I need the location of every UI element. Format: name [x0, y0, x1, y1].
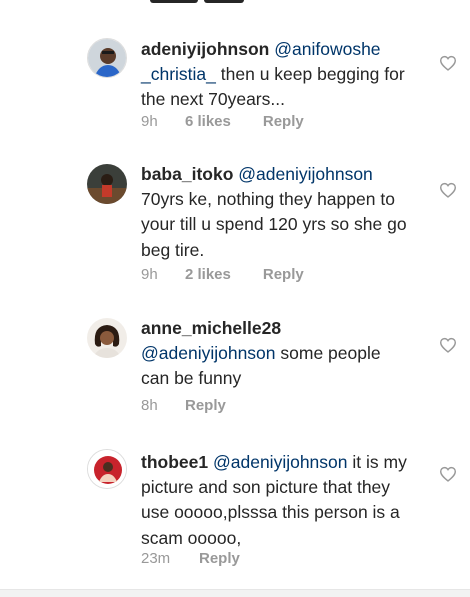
- comment-meta: 8h Reply: [141, 397, 226, 414]
- comment-username[interactable]: baba_itoko: [141, 164, 233, 184]
- heart-outline-icon[interactable]: [439, 182, 457, 198]
- comment-time: 9h: [141, 266, 158, 283]
- reply-button[interactable]: Reply: [263, 113, 304, 130]
- reply-button[interactable]: Reply: [263, 266, 304, 283]
- comment-meta: 23m Reply: [141, 550, 240, 567]
- comment-text: baba_itoko @adeniyijohnson 70yrs ke, not…: [141, 162, 411, 263]
- heart-outline-icon[interactable]: [439, 466, 457, 482]
- comment-text: thobee1 @adeniyijohnson it is my picture…: [141, 450, 411, 551]
- comment-mention[interactable]: @adeniyijohnson: [141, 343, 276, 363]
- comment-likes[interactable]: 2 likes: [185, 266, 231, 283]
- heart-outline-icon[interactable]: [439, 337, 457, 353]
- comment-time: 8h: [141, 397, 158, 414]
- heart-outline-icon[interactable]: [439, 55, 457, 71]
- comment-body: 70yrs ke, nothing they happen to your ti…: [141, 189, 407, 260]
- comment-username[interactable]: adeniyijohnson: [141, 39, 269, 59]
- previous-comment-fragment: [0, 0, 470, 8]
- comment-meta: 9h 2 likes Reply: [141, 266, 304, 283]
- avatar[interactable]: [87, 449, 127, 489]
- avatar[interactable]: [87, 38, 127, 78]
- reply-button[interactable]: Reply: [199, 550, 240, 567]
- comment-mention[interactable]: @adeniyijohnson: [238, 164, 373, 184]
- reply-button[interactable]: Reply: [185, 397, 226, 414]
- avatar[interactable]: [87, 164, 127, 204]
- comment-time: 9h: [141, 113, 158, 130]
- comment-mention[interactable]: @adeniyijohnson: [213, 452, 348, 472]
- comment-text: anne_michelle28 @adeniyijohnson some peo…: [141, 316, 411, 392]
- comment-meta: 9h 6 likes Reply: [141, 113, 304, 130]
- comment-text: adeniyijohnson @anifowoshe _christia_ th…: [141, 37, 411, 113]
- avatar[interactable]: [87, 318, 127, 358]
- comment-likes[interactable]: 6 likes: [185, 113, 231, 130]
- comment-time: 23m: [141, 550, 171, 567]
- comment-username[interactable]: thobee1: [141, 452, 208, 472]
- comment-username[interactable]: anne_michelle28: [141, 318, 281, 338]
